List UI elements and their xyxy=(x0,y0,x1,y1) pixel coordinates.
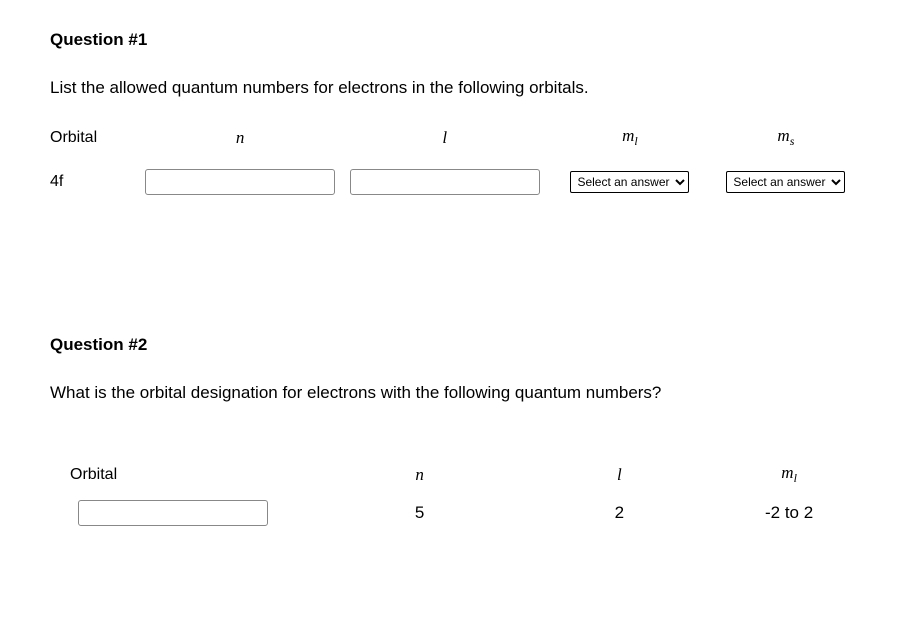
q1-header-row: Orbital n l ml ms xyxy=(50,126,859,149)
q1-n-cell xyxy=(138,169,343,195)
q2-data-row: 5 2 -2 to 2 xyxy=(50,500,859,526)
q1-data-row: 4f Select an answer Select an answer xyxy=(50,169,859,195)
q2-header-ml: ml xyxy=(719,463,859,486)
question-1-title: Question #1 xyxy=(50,30,859,50)
q1-l-input[interactable] xyxy=(350,169,540,195)
q2-header-row: Orbital n l ml xyxy=(50,463,859,486)
question-1: Question #1 List the allowed quantum num… xyxy=(50,30,859,195)
question-1-text: List the allowed quantum numbers for ele… xyxy=(50,78,859,98)
question-2: Question #2 What is the orbital designat… xyxy=(50,335,859,526)
q2-ml-value: -2 to 2 xyxy=(719,503,859,523)
q1-n-input[interactable] xyxy=(145,169,335,195)
q1-l-cell xyxy=(342,169,547,195)
q2-orbital-input[interactable] xyxy=(78,500,268,526)
q2-header-n: n xyxy=(320,465,520,485)
q1-header-ms: ms xyxy=(713,126,859,149)
q2-n-value: 5 xyxy=(320,503,520,523)
q1-header-n: n xyxy=(138,128,343,148)
question-2-title: Question #2 xyxy=(50,335,859,355)
question-2-text: What is the orbital designation for elec… xyxy=(50,383,859,403)
q2-header-orbital: Orbital xyxy=(50,466,320,484)
q1-header-ml: ml xyxy=(547,126,713,149)
q2-header-l: l xyxy=(519,465,719,485)
q1-header-orbital: Orbital xyxy=(50,129,138,147)
q1-ml-cell: Select an answer xyxy=(547,171,713,193)
q1-ml-select[interactable]: Select an answer xyxy=(570,171,689,193)
q2-orbital-cell xyxy=(50,500,320,526)
q2-l-value: 2 xyxy=(519,503,719,523)
q1-orbital-label: 4f xyxy=(50,173,138,191)
q1-ms-cell: Select an answer xyxy=(713,171,859,193)
q1-ms-select[interactable]: Select an answer xyxy=(726,171,845,193)
q1-header-l: l xyxy=(342,128,547,148)
